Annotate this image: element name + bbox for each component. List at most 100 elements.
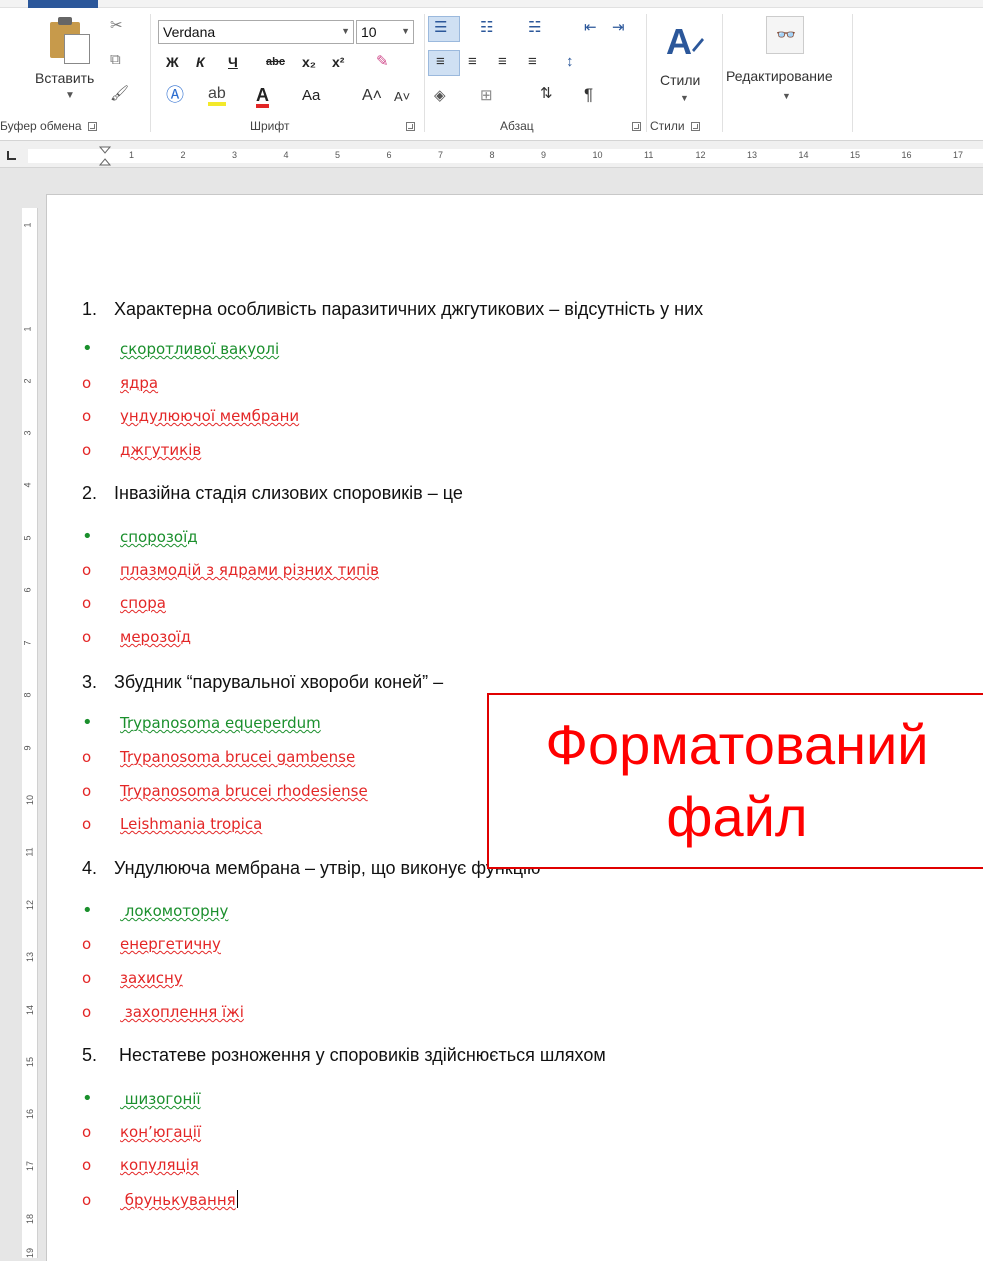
dialog-launcher-icon[interactable] (87, 122, 97, 131)
question-1[interactable]: 1. Характерна особливість паразитичних дж… (82, 299, 703, 320)
chevron-down-icon[interactable]: ▼ (341, 26, 350, 36)
clear-formatting-icon[interactable]: ✎ (376, 54, 389, 69)
indent-marker-icon[interactable] (96, 145, 120, 169)
show-formatting-icon[interactable]: ¶ (584, 86, 593, 103)
question-3[interactable]: 3. Збудник “парувальної хвороби коней” – (82, 672, 443, 693)
decrease-indent-icon[interactable]: ⇤ (584, 20, 597, 35)
answer-option-correct[interactable]: • спорозоїд (82, 528, 198, 547)
binoculars-icon: 👓 (766, 16, 804, 54)
font-color-icon[interactable]: A (256, 86, 269, 108)
sort-icon[interactable]: ⇅ (540, 86, 553, 101)
question-2[interactable]: 2. Інвазійна стадія слизових споровиків –… (82, 483, 463, 504)
answer-option[interactable]: o брунькування (82, 1190, 238, 1209)
font-size-box[interactable]: 10 ▼ (356, 20, 414, 44)
option-text: Trypanosoma equeperdum (120, 714, 321, 732)
italic-button[interactable]: К (196, 55, 205, 69)
document-icon (64, 34, 90, 64)
answer-option[interactable]: o джгутиків (82, 441, 201, 459)
cut-icon[interactable]: ✂ (110, 18, 123, 33)
superscript-button[interactable]: x² (332, 55, 344, 69)
shading-icon[interactable]: ◈ (434, 88, 446, 103)
group-divider (722, 14, 723, 132)
multilevel-list-icon[interactable]: ☵ (528, 20, 541, 35)
group-divider (646, 14, 647, 132)
strikethrough-button[interactable]: abc (266, 57, 285, 68)
answer-option-correct[interactable]: • Trypanosoma equeperdum (82, 712, 321, 733)
chevron-down-icon[interactable]: ▼ (680, 94, 689, 103)
underline-button[interactable]: Ч (228, 55, 238, 69)
answer-option[interactable]: o кон’югації (82, 1123, 201, 1141)
text-effects-icon[interactable]: Ⓐ (166, 86, 184, 104)
ruler-number: 1 (129, 150, 135, 160)
numbering-icon[interactable]: ☷ (480, 20, 493, 35)
vertical-ruler-number: 18 (25, 1213, 36, 1225)
tab-selector-icon[interactable] (6, 149, 18, 161)
answer-option-correct[interactable]: • шизогонії (82, 1088, 201, 1109)
hollow-bullet-icon: o (82, 1123, 92, 1141)
ribbon: Вставить ▼ ✂ ⧉ 🖌 Буфер обмена Verdana ▼ … (0, 0, 983, 140)
shrink-font-icon[interactable]: A˅ (394, 90, 410, 103)
answer-option[interactable]: o енергетичну (82, 935, 221, 953)
vertical-ruler-number: 5 (22, 535, 33, 541)
copy-icon[interactable]: ⧉ (110, 52, 121, 67)
dialog-launcher-icon[interactable] (406, 122, 415, 131)
chevron-down-icon[interactable]: ▼ (65, 90, 75, 101)
align-right-icon[interactable]: ≡ (498, 54, 507, 69)
active-tab-indicator (28, 0, 98, 8)
line-spacing-icon[interactable]: ↕ (566, 54, 574, 69)
vertical-ruler-number: 13 (25, 951, 36, 963)
option-text: кон’югації (120, 1123, 202, 1141)
subscript-button[interactable]: x₂ (302, 55, 316, 69)
question-number: 4. (82, 858, 98, 878)
group-divider (150, 14, 151, 132)
hollow-bullet-icon: o (82, 1003, 92, 1021)
answer-option[interactable]: o ядра (82, 374, 158, 392)
filled-bullet-icon: • (82, 1088, 93, 1109)
vertical-ruler[interactable]: 1 1 2 3 4 5 6 7 8 9 10 11 12 13 14 15 16 17 18 19 (22, 208, 38, 1258)
highlight-icon[interactable]: ab (208, 86, 226, 106)
answer-option[interactable]: o мерозоїд (82, 628, 191, 646)
hollow-bullet-icon: o (82, 815, 92, 833)
dialog-launcher-icon[interactable] (690, 122, 700, 131)
answer-option-correct[interactable]: • скоротливої вакуолі (82, 340, 279, 359)
option-text: спора (120, 594, 166, 612)
format-painter-icon[interactable]: 🖌 (110, 86, 129, 101)
question-5[interactable]: 5. Нестатеве розноження у споровиків зді… (82, 1045, 606, 1066)
question-text: Ундулююча мембрана – утвір, що виконує ф… (114, 858, 541, 878)
question-4[interactable]: 4. Ундулююча мембрана – утвір, що виконує… (82, 858, 541, 879)
answer-option[interactable]: o захисну (82, 969, 183, 987)
filled-bullet-icon: • (82, 712, 93, 733)
answer-option-correct[interactable]: • локомоторну (82, 902, 228, 921)
font-name-value: Verdana (163, 24, 216, 40)
answer-option[interactable]: o спора (82, 594, 166, 612)
answer-option[interactable]: o копуляція (82, 1156, 199, 1174)
answer-option[interactable]: o Trypanosoma brucei rhodesiense (82, 782, 368, 800)
increase-indent-icon[interactable]: ⇥ (612, 20, 625, 35)
borders-icon[interactable]: ⊞ (480, 88, 493, 103)
chevron-down-icon[interactable]: ▼ (782, 92, 791, 101)
answer-option[interactable]: o Leishmania tropica (82, 815, 262, 833)
styles-icon: A (666, 21, 704, 62)
bold-button[interactable]: Ж (166, 55, 179, 69)
answer-option[interactable]: o Trypanosoma brucei gambense (82, 748, 355, 766)
answer-option[interactable]: o ундулюючої мембрани (82, 407, 299, 425)
answer-option[interactable]: o захоплення їжі (82, 1003, 244, 1021)
align-center-icon[interactable]: ≡ (468, 54, 477, 69)
change-case-button[interactable]: Aa (302, 88, 320, 103)
vertical-ruler-number: 1 (22, 222, 33, 228)
group-divider (852, 14, 853, 132)
dialog-launcher-icon[interactable] (632, 122, 641, 131)
ruler-number: 14 (798, 150, 809, 160)
justify-icon[interactable]: ≡ (528, 54, 537, 69)
horizontal-ruler[interactable]: 1 2 3 4 5 6 7 8 9 10 11 12 13 14 15 16 17 (0, 140, 983, 168)
editing-label: Редактирование (726, 68, 833, 84)
ruler-number: 7 (438, 150, 444, 160)
option-text: захоплення їжі (120, 1003, 244, 1021)
font-name-box[interactable]: Verdana ▼ (158, 20, 354, 44)
chevron-down-icon[interactable]: ▼ (401, 26, 410, 36)
hollow-bullet-icon: o (82, 628, 92, 646)
option-text: енергетичну (120, 935, 221, 953)
answer-option[interactable]: o плазмодій з ядрами різних типів (82, 561, 379, 579)
grow-font-icon[interactable]: A˄ (362, 88, 382, 104)
question-number: 5. (82, 1045, 98, 1065)
